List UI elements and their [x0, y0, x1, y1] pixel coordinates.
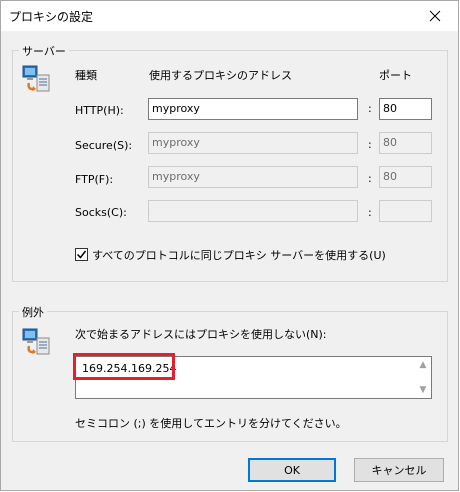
secure-colon: :: [368, 138, 372, 151]
scroll-down-icon[interactable]: ▼: [417, 384, 429, 396]
close-button[interactable]: [412, 1, 458, 31]
http-address-input[interactable]: myproxy: [148, 98, 358, 120]
column-header-address: 使用するプロキシのアドレス: [149, 69, 292, 82]
exceptions-prompt: 次で始まるアドレスにはプロキシを使用しない(N):: [75, 328, 327, 341]
ok-button[interactable]: OK: [248, 458, 336, 482]
highlight-box: [73, 353, 175, 380]
socks-port-input[interactable]: [379, 200, 432, 222]
network-computer-icon: [21, 63, 53, 95]
http-label: HTTP(H):: [75, 104, 124, 117]
http-port-input[interactable]: 80: [379, 98, 432, 120]
servers-group-label: サーバー: [19, 43, 69, 59]
socks-label: Socks(C):: [75, 206, 127, 219]
secure-label: Secure(S):: [75, 139, 133, 152]
scroll-up-icon[interactable]: ▲: [417, 359, 429, 371]
exceptions-group-label: 例外: [19, 304, 47, 320]
column-header-port: ポート: [379, 69, 412, 82]
ftp-address-input[interactable]: myproxy: [148, 166, 358, 188]
http-colon: :: [368, 102, 372, 115]
same-proxy-checkbox[interactable]: [75, 248, 88, 261]
window-title: プロキシの設定: [9, 10, 94, 24]
checkmark-icon: [76, 250, 87, 259]
secure-address-input[interactable]: myproxy: [148, 132, 358, 154]
socks-colon: :: [368, 206, 372, 219]
close-icon: [429, 10, 441, 22]
network-computer-icon: [21, 326, 53, 358]
ftp-port-input[interactable]: 80: [379, 166, 432, 188]
ftp-colon: :: [368, 172, 372, 185]
proxy-settings-dialog: プロキシの設定 サーバー 種類 使用するプロキシのアドレス ポート HTTP(H…: [0, 0, 459, 491]
ftp-label: FTP(F):: [75, 173, 114, 186]
cancel-button[interactable]: キャンセル: [354, 458, 444, 482]
secure-port-input[interactable]: 80: [379, 132, 432, 154]
socks-address-input[interactable]: [148, 200, 358, 222]
same-proxy-label[interactable]: すべてのプロトコルに同じプロキシ サーバーを使用する(U): [92, 247, 386, 263]
column-header-type: 種類: [75, 69, 97, 82]
exceptions-hint: セミコロン (;) を使用してエントリを分けてください。: [75, 417, 347, 430]
title-bar: プロキシの設定: [1, 1, 458, 31]
